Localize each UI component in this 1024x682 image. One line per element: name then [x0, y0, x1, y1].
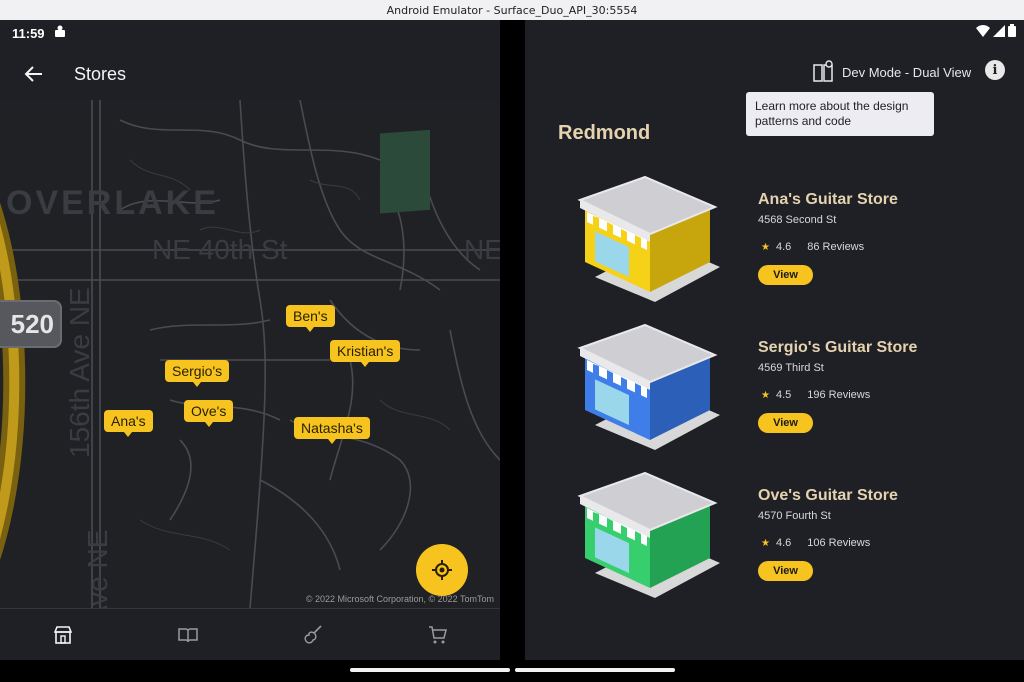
star-icon: ★ [761, 241, 770, 253]
gesture-bar-right[interactable] [515, 668, 675, 672]
store-building-icon [577, 175, 720, 302]
map-copyright: © 2022 Microsoft Corporation, © 2022 Tom… [305, 594, 494, 604]
view-store-button[interactable]: View [758, 265, 813, 285]
wifi-icon [976, 24, 990, 37]
rating-value: 4.6 [775, 241, 792, 253]
store-card: Sergio's Guitar Store 4569 Third St ★ 4.… [525, 320, 1024, 460]
emulator-title-bar: Android Emulator - Surface_Duo_API_30:55… [0, 0, 1024, 20]
map-avenue-label-2: Ave NE [82, 529, 113, 608]
store-map[interactable]: OVERLAKE NE 40th St NE 156th Ave NE Ave … [0, 100, 500, 608]
star-icon: ★ [761, 537, 770, 549]
battery-icon [1008, 24, 1016, 37]
device-bottom-bezel [0, 660, 1024, 682]
store-rating: ★ 4.6 86 Reviews [761, 241, 864, 253]
store-name: Sergio's Guitar Store [758, 339, 918, 356]
map-avenue-label: 156th Ave NE [64, 287, 95, 458]
store-address: 4569 Third St [758, 362, 824, 374]
guitar-icon[interactable] [302, 624, 324, 646]
window-title: Android Emulator - Surface_Duo_API_30:55… [386, 3, 638, 17]
info-icon[interactable]: i [985, 60, 1005, 80]
back-arrow-icon[interactable] [22, 62, 46, 86]
status-icons [976, 24, 1016, 37]
review-count: 86 Reviews [807, 241, 865, 253]
map-pin-natashas[interactable]: Natasha's [294, 417, 370, 444]
store-card: Ove's Guitar Store 4570 Fourth St ★ 4.6 … [525, 468, 1024, 608]
right-screen: Dev Mode - Dual View i Learn more about … [525, 20, 1024, 660]
app-bar: Stores [0, 48, 500, 100]
gesture-bar-left[interactable] [350, 668, 510, 672]
review-count: 196 Reviews [807, 389, 871, 401]
store-card: Ana's Guitar Store 4568 Second St ★ 4.6 … [525, 172, 1024, 312]
map-area-label: OVERLAKE [6, 184, 219, 222]
map-pin-anas[interactable]: Ana's [104, 410, 153, 437]
dev-mode-label: Dev Mode - Dual View [842, 64, 972, 80]
view-store-button[interactable]: View [758, 561, 813, 581]
left-screen: 11:59 Stores OVERLAKE NE 40th St NE 156t… [0, 20, 500, 660]
map-pin-kristians[interactable]: Kristian's [330, 340, 401, 367]
store-rating: ★ 4.6 106 Reviews [761, 537, 870, 549]
map-street-label-2: NE [464, 234, 500, 265]
dev-mode-button[interactable]: Dev Mode - Dual View [812, 60, 971, 84]
map-pin-sergios[interactable]: Sergio's [165, 360, 230, 387]
city-heading: Redmond [558, 122, 651, 144]
rating-value: 4.6 [775, 537, 792, 549]
book-icon[interactable] [177, 624, 199, 646]
my-location-button[interactable] [416, 544, 468, 596]
store-name: Ana's Guitar Store [758, 191, 898, 208]
bottom-navigation [0, 608, 500, 660]
view-store-button[interactable]: View [758, 413, 813, 433]
dual-screen-icon [813, 60, 833, 82]
review-count: 106 Reviews [807, 537, 871, 549]
page-title: Stores [74, 63, 127, 84]
map-pin-oves[interactable]: Ove's [184, 400, 234, 427]
store-building-icon [577, 323, 720, 450]
store-rating: ★ 4.5 196 Reviews [761, 389, 870, 401]
highway-number: 520 [10, 308, 54, 339]
store-address: 4568 Second St [758, 214, 837, 226]
store-icon[interactable] [52, 624, 74, 646]
highway-shield: 520 [0, 300, 62, 348]
info-tooltip: Learn more about the design patterns and… [746, 92, 934, 136]
star-icon: ★ [761, 389, 770, 401]
store-name: Ove's Guitar Store [758, 487, 898, 504]
map-pin-bens[interactable]: Ben's [286, 305, 335, 332]
store-building-icon [577, 471, 720, 598]
map-street-label: NE 40th St [152, 234, 288, 265]
device-hinge [500, 20, 525, 660]
notification-icon [55, 25, 65, 37]
cart-icon[interactable] [427, 624, 449, 646]
rating-value: 4.5 [775, 389, 792, 401]
store-address: 4570 Fourth St [758, 510, 831, 522]
crosshair-icon [432, 560, 452, 580]
status-time: 11:59 [12, 26, 45, 41]
signal-icon [993, 24, 1005, 37]
